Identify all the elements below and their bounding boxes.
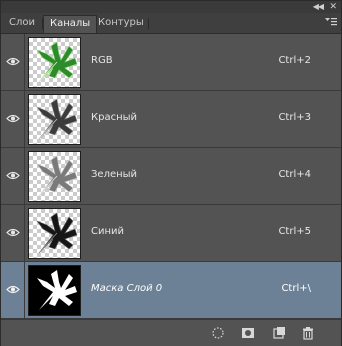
eye-icon[interactable]: [6, 285, 20, 294]
panel-tabs: Слои Каналы Контуры: [1, 13, 341, 34]
channel-name: RGB: [91, 55, 113, 66]
channel-row-red[interactable]: Красный Ctrl+3: [1, 91, 341, 148]
visibility-cell[interactable]: [1, 34, 25, 90]
double-chevron-left-icon[interactable]: ◀◀: [313, 1, 324, 13]
panel-menu-icon[interactable]: [325, 17, 337, 29]
visibility-cell[interactable]: [1, 148, 25, 204]
channel-thumbnail: [28, 208, 81, 259]
channel-thumbnail: [28, 37, 81, 88]
eye-icon[interactable]: [6, 114, 20, 123]
mask-leaf-thumbnail-icon: [37, 270, 77, 310]
channel-shortcut: Ctrl+5: [278, 226, 311, 237]
channel-name: Зеленый: [91, 169, 138, 180]
save-selection-mask-icon[interactable]: [241, 326, 255, 340]
trash-icon[interactable]: [301, 326, 315, 340]
visibility-cell[interactable]: [1, 262, 25, 318]
channel-shortcut: Ctrl+\: [281, 283, 311, 294]
channel-shortcut: Ctrl+3: [278, 112, 311, 123]
panel-title-bar: ◀◀ ✕: [1, 1, 341, 13]
leaf-thumbnail-icon: [36, 98, 78, 140]
channel-row-green[interactable]: Зеленый Ctrl+4: [1, 148, 341, 205]
tab-paths[interactable]: Контуры: [92, 15, 150, 33]
panel-footer: [1, 319, 341, 346]
tab-channels[interactable]: Каналы: [43, 15, 98, 33]
close-icon[interactable]: ✕: [329, 1, 337, 13]
channel-shortcut: Ctrl+4: [278, 169, 311, 180]
channel-thumbnail: [28, 151, 81, 202]
channel-row-blue[interactable]: Синий Ctrl+5: [1, 205, 341, 262]
channel-row-rgb[interactable]: RGB Ctrl+2: [1, 34, 341, 91]
channels-panel: ◀◀ ✕ Слои Каналы Контуры RGB Ctrl+2 Крас…: [0, 0, 342, 346]
channel-name: Синий: [91, 226, 125, 237]
channel-thumbnail: [28, 94, 81, 145]
load-selection-icon[interactable]: [211, 326, 225, 340]
channel-name: Красный: [91, 112, 138, 123]
channel-shortcut: Ctrl+2: [278, 55, 311, 66]
tab-layers[interactable]: Слои: [3, 15, 41, 33]
eye-icon[interactable]: [6, 171, 20, 180]
channel-thumbnail: [28, 265, 81, 316]
leaf-thumbnail-icon: [36, 155, 78, 197]
leaf-thumbnail-icon: [36, 41, 78, 83]
channel-name: Маска Слой 0: [91, 283, 163, 294]
eye-icon[interactable]: [6, 228, 20, 237]
visibility-cell[interactable]: [1, 205, 25, 261]
visibility-cell[interactable]: [1, 91, 25, 147]
eye-icon[interactable]: [6, 57, 20, 66]
channel-row-layer-mask[interactable]: Маска Слой 0 Ctrl+\: [1, 262, 341, 319]
new-channel-icon[interactable]: [272, 326, 286, 340]
tab-divider: [148, 18, 149, 29]
leaf-thumbnail-icon: [36, 212, 78, 254]
